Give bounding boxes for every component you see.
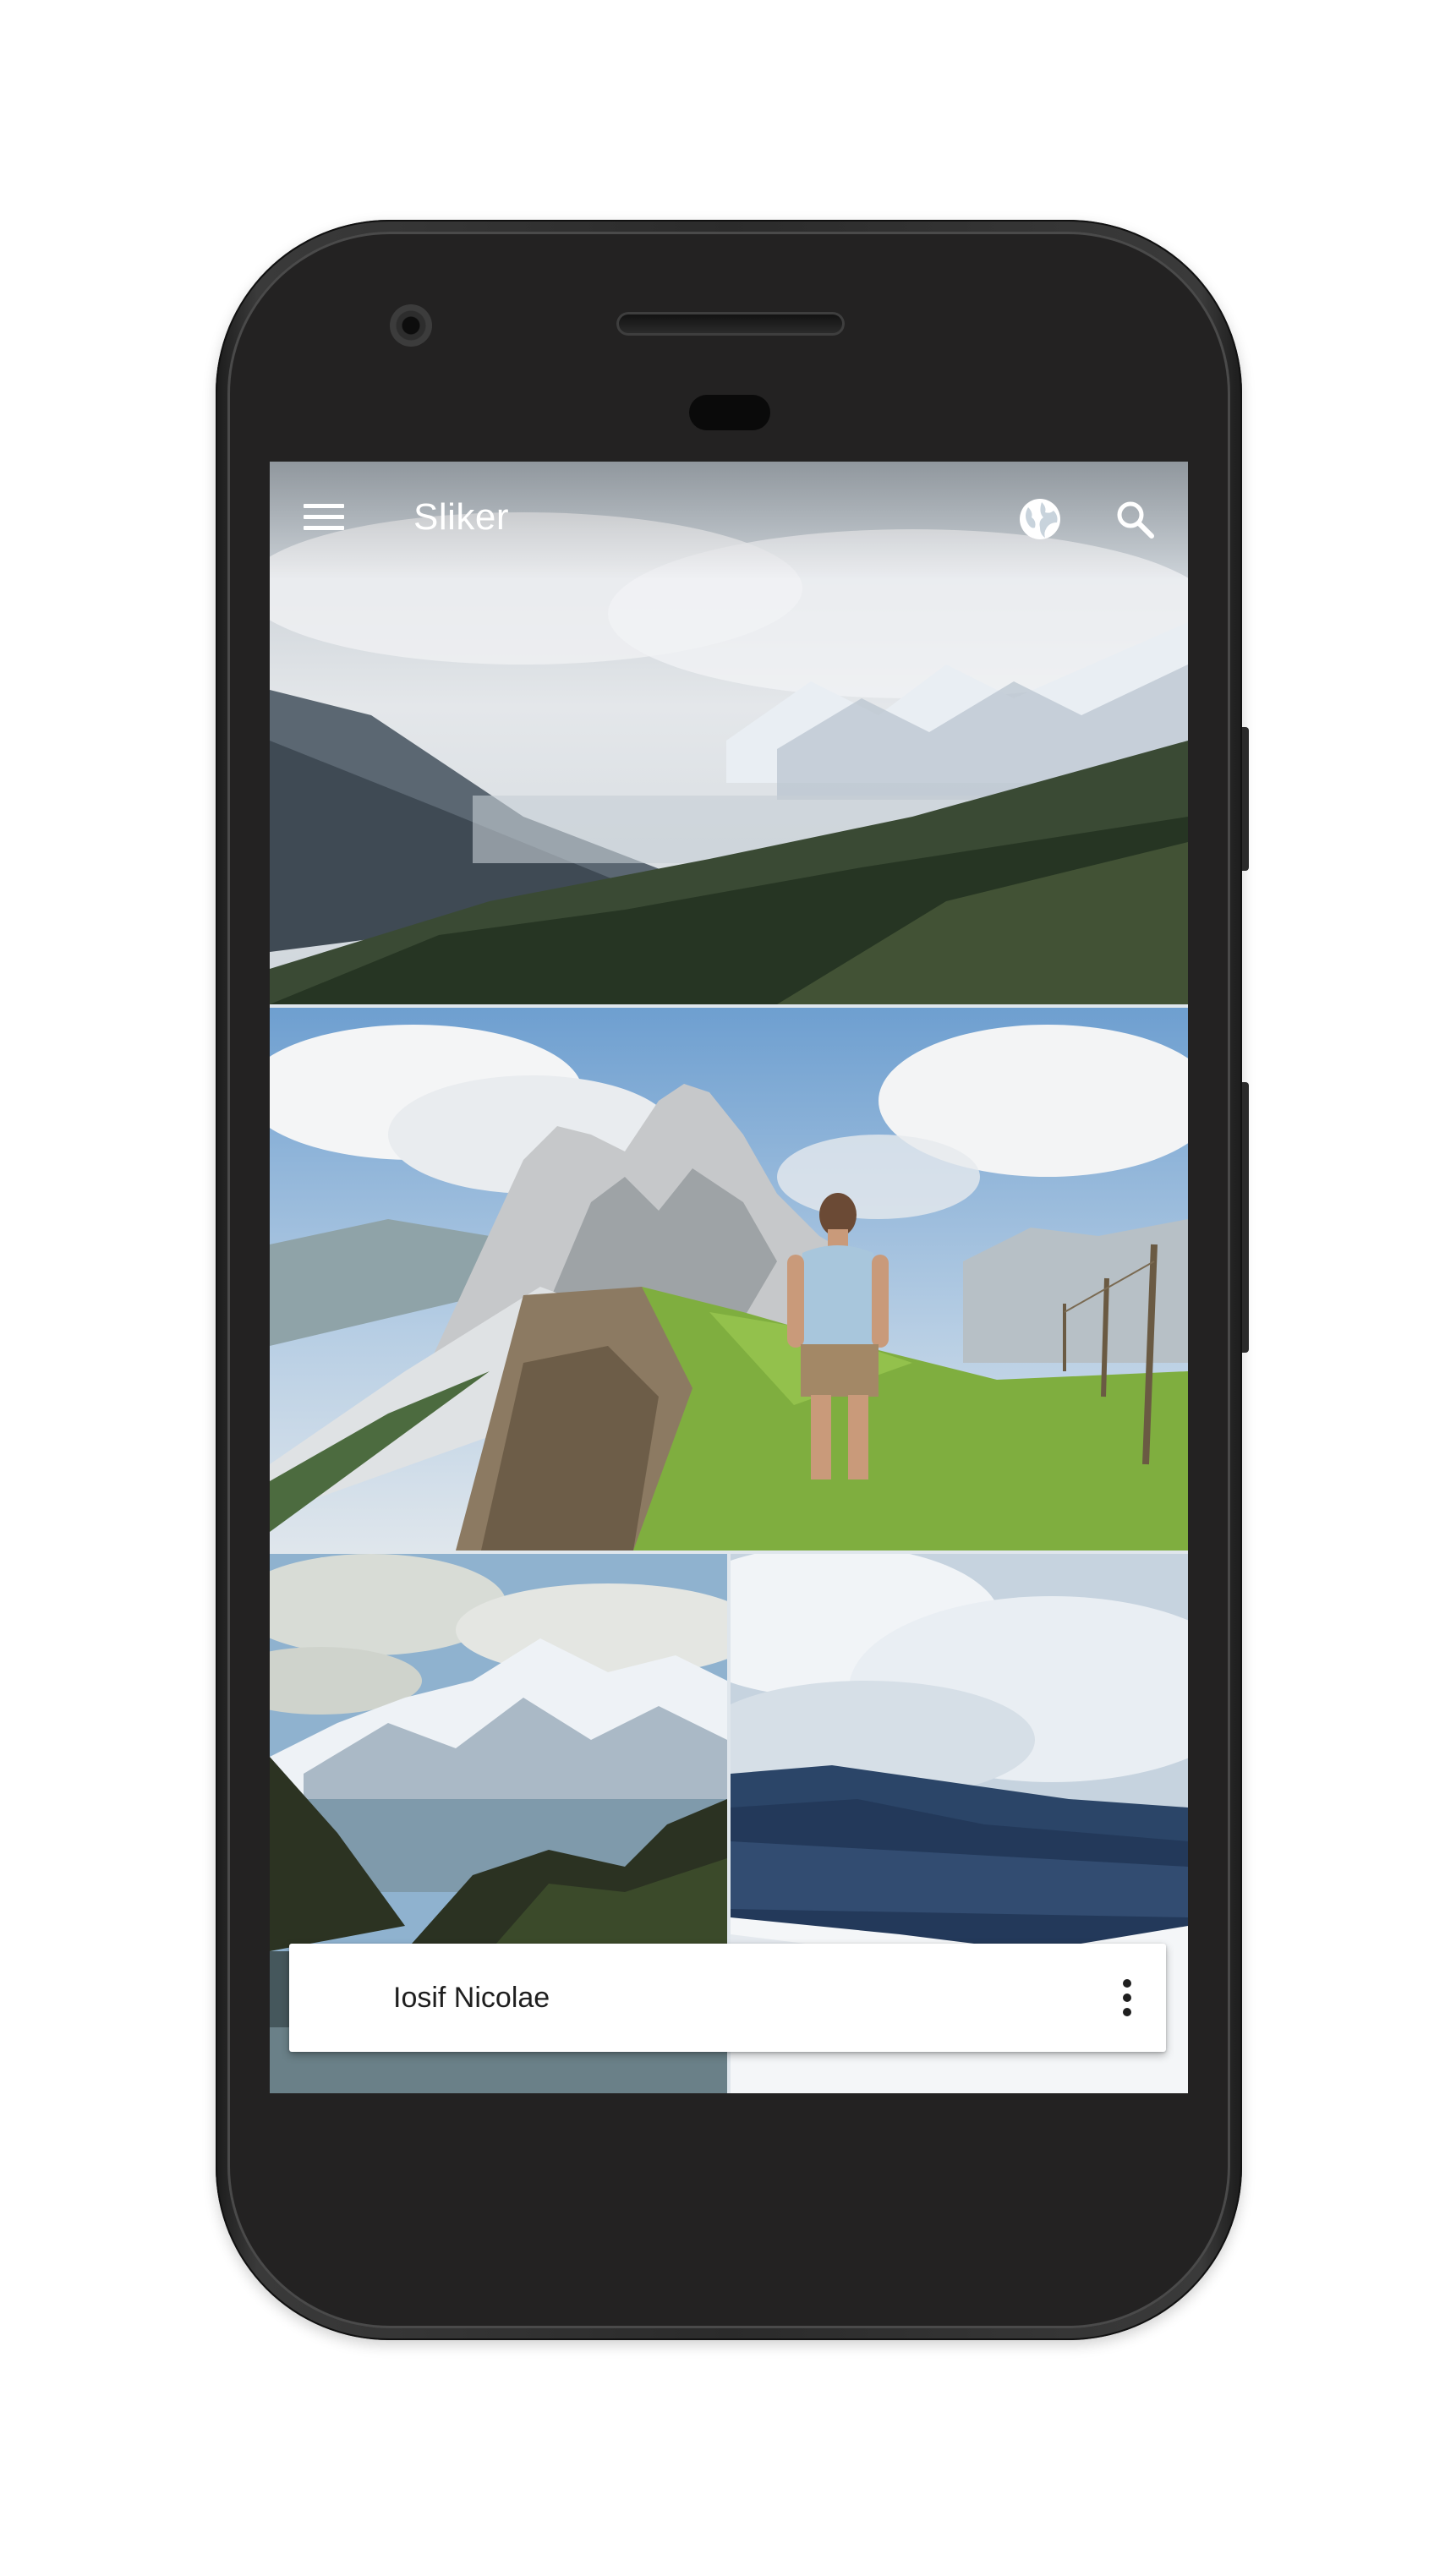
author-name: Iosif Nicolae [393,1982,550,2014]
proximity-sensor [689,395,770,430]
photo-hiker-alps[interactable] [270,1008,1188,1551]
author-card[interactable]: Iosif Nicolae [289,1944,1166,2052]
more-vert-icon[interactable] [1117,1974,1137,2021]
earpiece-speaker [616,312,845,336]
page: Sliker Iosif Nicolae [0,0,1456,2576]
app-title: Sliker [413,496,510,538]
search-icon[interactable] [1111,495,1158,543]
volume-button [1242,1082,1249,1353]
globe-icon[interactable] [1016,495,1064,543]
power-button [1242,727,1249,871]
front-camera [390,304,432,347]
app-bar: Sliker [270,462,1188,580]
hamburger-menu-icon[interactable] [304,502,344,533]
app-screen: Sliker Iosif Nicolae [270,462,1188,2093]
photo-2-scene [270,1008,1188,1551]
